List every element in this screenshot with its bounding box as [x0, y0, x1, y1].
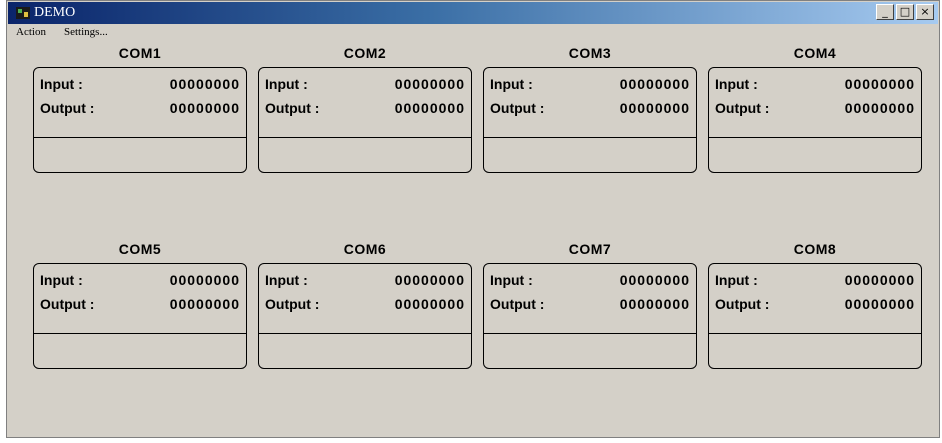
port-name: COM6	[343, 241, 387, 257]
input-label: Input :	[490, 272, 533, 288]
input-value: 00000000	[169, 76, 240, 92]
output-value: 00000000	[394, 100, 465, 116]
minimize-button[interactable]: _	[876, 4, 894, 20]
input-value: 00000000	[619, 272, 690, 288]
menu-bar: Action Settings...	[8, 24, 938, 42]
input-label: Input :	[265, 76, 308, 92]
port-name: COM5	[118, 241, 162, 257]
input-label: Input :	[40, 76, 83, 92]
port-name: COM1	[118, 45, 162, 61]
port-name: COM2	[343, 45, 387, 61]
client-area: COM1 Input : 00000000 Output : 00000000 CO…	[11, 41, 935, 433]
output-value: 00000000	[169, 296, 240, 312]
output-value: 00000000	[394, 296, 465, 312]
status-field	[484, 138, 696, 172]
port-box: Input : 00000000 Output : 00000000	[33, 263, 247, 369]
output-label: Output :	[715, 296, 770, 312]
port-name: COM3	[568, 45, 612, 61]
input-value: 00000000	[844, 272, 915, 288]
output-label: Output :	[40, 100, 95, 116]
output-label: Output :	[265, 296, 320, 312]
port-name: COM8	[793, 241, 837, 257]
status-field	[484, 334, 696, 368]
status-field	[259, 334, 471, 368]
port-box: Input : 00000000 Output : 00000000	[258, 67, 472, 173]
output-label: Output :	[715, 100, 770, 116]
input-label: Input :	[715, 76, 758, 92]
window-controls: _ □ ×	[876, 4, 934, 20]
port-name: COM4	[793, 45, 837, 61]
status-field	[34, 138, 246, 172]
output-label: Output :	[490, 296, 545, 312]
input-value: 00000000	[169, 272, 240, 288]
maximize-button[interactable]: □	[896, 4, 914, 20]
status-field	[259, 138, 471, 172]
status-field	[709, 334, 921, 368]
input-label: Input :	[40, 272, 83, 288]
output-value: 00000000	[619, 100, 690, 116]
port-box: Input : 00000000 Output : 00000000	[708, 263, 922, 369]
title-bar[interactable]: DEMO _ □ ×	[8, 2, 938, 24]
port-box: Input : 00000000 Output : 00000000	[483, 67, 697, 173]
port-box: Input : 00000000 Output : 00000000	[33, 67, 247, 173]
output-label: Output :	[265, 100, 320, 116]
port-name: COM7	[568, 241, 612, 257]
window-title: DEMO	[34, 5, 76, 20]
port-box: Input : 00000000 Output : 00000000	[258, 263, 472, 369]
output-value: 00000000	[844, 100, 915, 116]
port-box: Input : 00000000 Output : 00000000	[483, 263, 697, 369]
input-value: 00000000	[394, 272, 465, 288]
input-label: Input :	[490, 76, 533, 92]
output-value: 00000000	[169, 100, 240, 116]
app-icon	[16, 7, 30, 19]
status-field	[34, 334, 246, 368]
output-label: Output :	[40, 296, 95, 312]
demo-window: DEMO _ □ × Action Settings... COM1 Input…	[6, 0, 940, 438]
port-box: Input : 00000000 Output : 00000000	[708, 67, 922, 173]
menu-settings[interactable]: Settings...	[64, 26, 108, 38]
input-label: Input :	[265, 272, 308, 288]
status-field	[709, 138, 921, 172]
input-value: 00000000	[844, 76, 915, 92]
output-value: 00000000	[844, 296, 915, 312]
input-value: 00000000	[394, 76, 465, 92]
output-label: Output :	[490, 100, 545, 116]
input-value: 00000000	[619, 76, 690, 92]
menu-action[interactable]: Action	[16, 26, 46, 38]
close-button[interactable]: ×	[916, 4, 934, 20]
input-label: Input :	[715, 272, 758, 288]
output-value: 00000000	[619, 296, 690, 312]
